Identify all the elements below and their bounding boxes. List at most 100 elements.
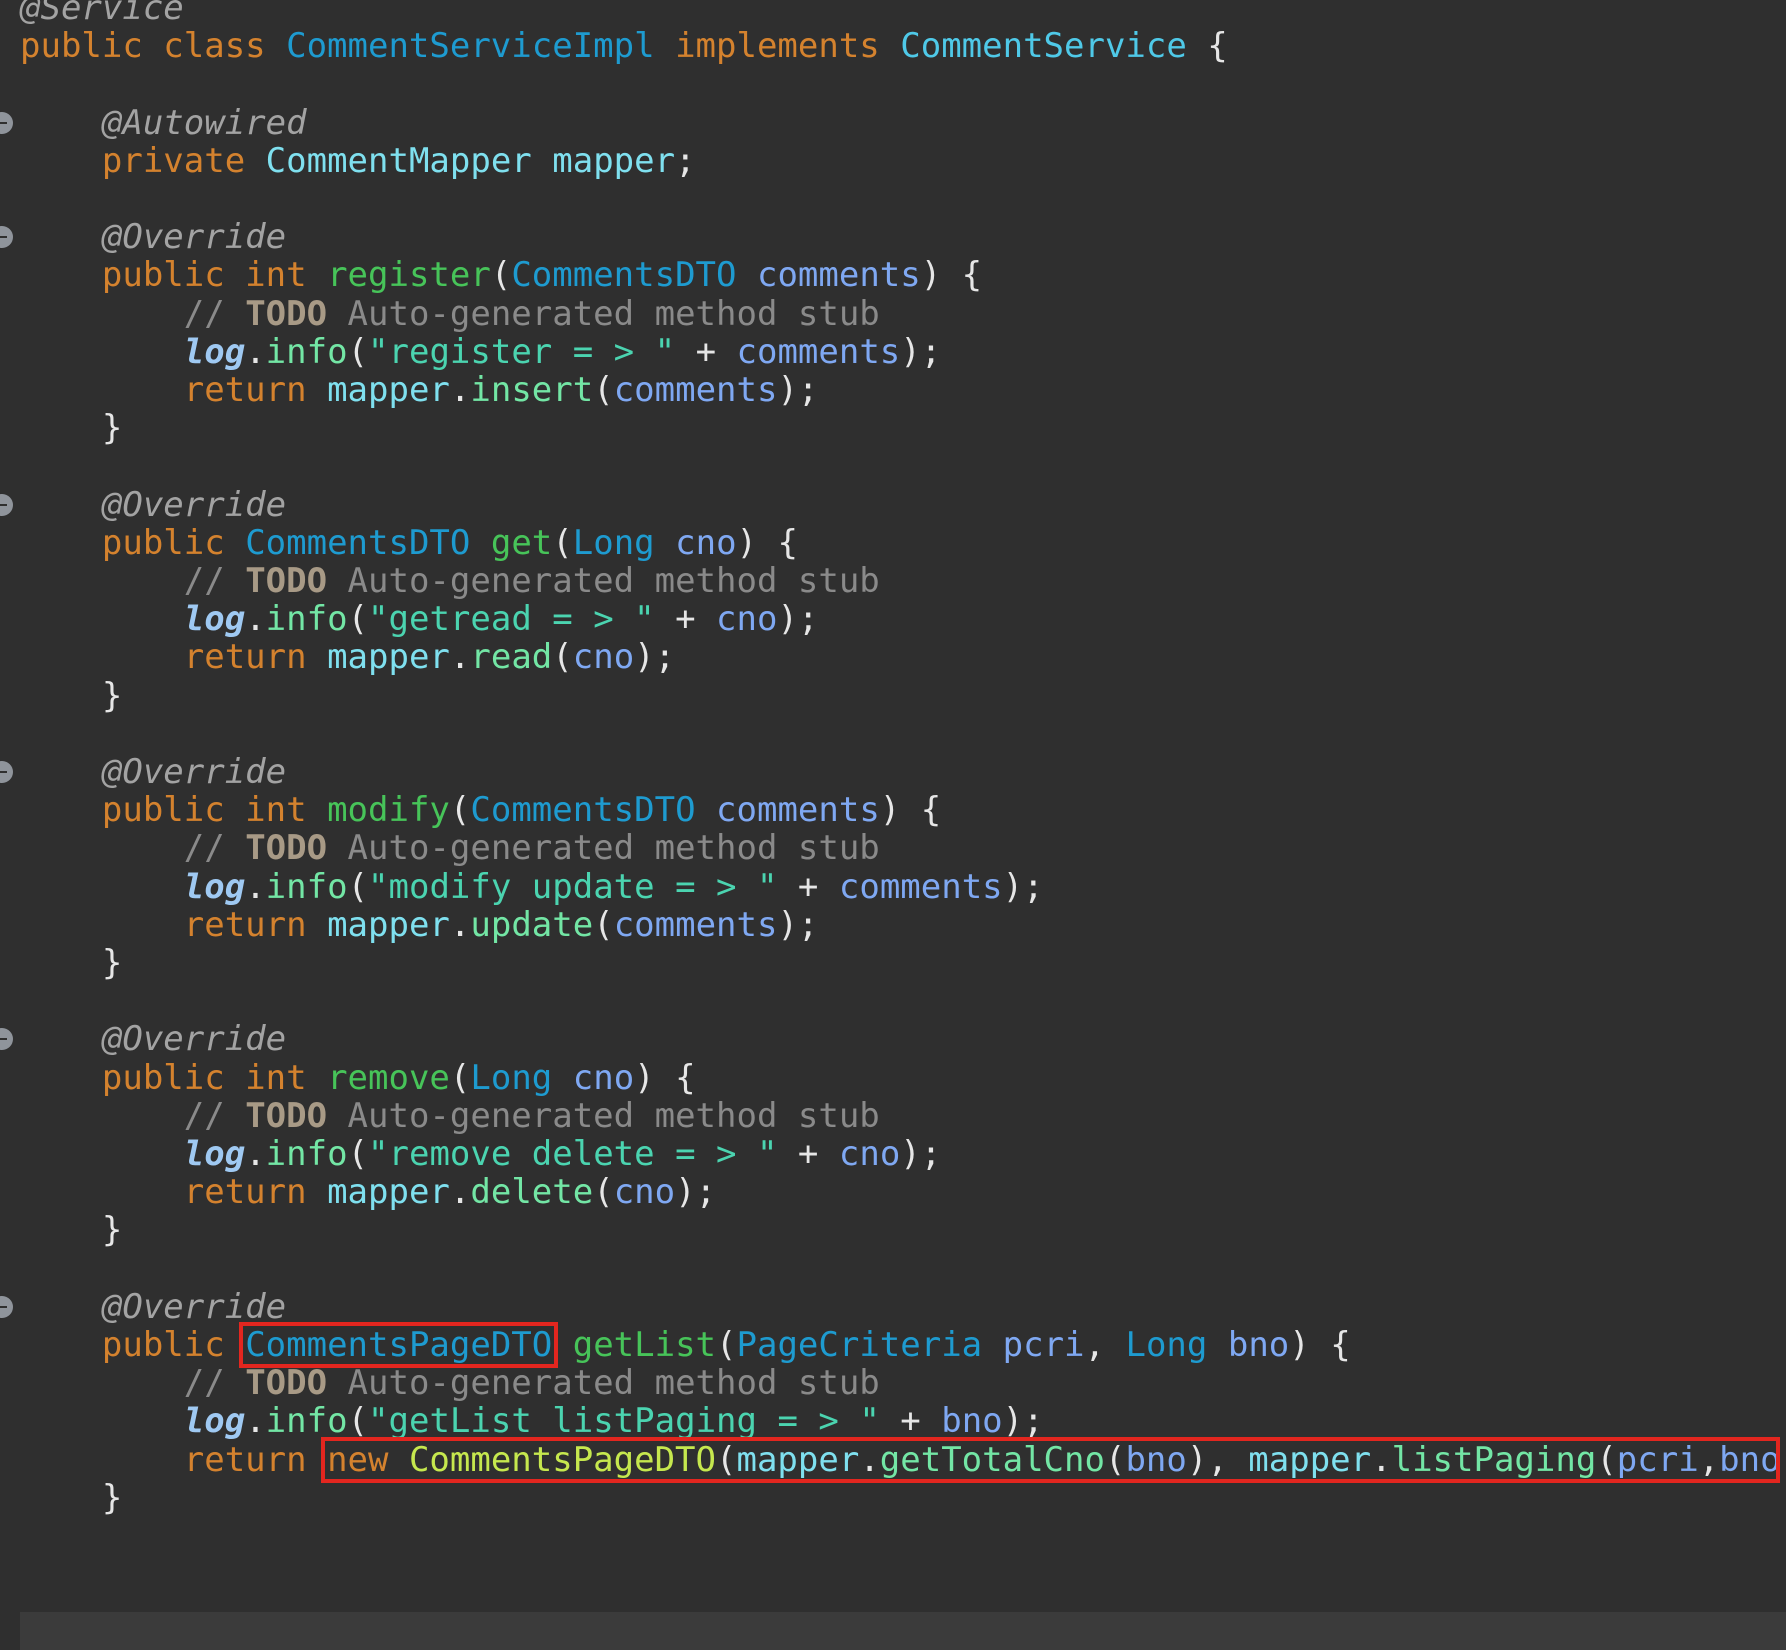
code-token: + — [654, 599, 717, 640]
code-token: @Override — [101, 484, 287, 525]
code-line: } — [20, 944, 122, 982]
code-line: @Override — [20, 218, 286, 256]
code-token: + — [777, 1134, 839, 1174]
code-token: } — [20, 1210, 123, 1251]
code-token: log — [183, 331, 246, 372]
code-token: ) { — [879, 790, 942, 831]
code-token: implements — [675, 26, 880, 67]
code-line: } — [20, 409, 122, 447]
code-token: public — [101, 1325, 246, 1365]
code-token: { — [1186, 26, 1228, 67]
code-token: listPaging — [1391, 1439, 1597, 1480]
code-line: return new CommentsPageDTO(mapper.getTot… — [20, 1441, 1786, 1479]
code-token: CommentsDTO — [245, 522, 471, 563]
code-token: . — [1371, 1439, 1392, 1480]
code-token: TODO — [245, 1095, 328, 1136]
code-token: CommentsDTO — [511, 255, 737, 296]
code-token: mapper — [327, 1172, 450, 1213]
code-token: // — [183, 828, 246, 869]
code-line: log.info("register = > " + comments); — [20, 333, 941, 371]
code-token: mapper — [736, 1439, 860, 1480]
code-token: . — [859, 1439, 880, 1480]
code-token: CommentsPageDTO — [408, 1439, 716, 1480]
code-token: ), — [1186, 1439, 1249, 1480]
horizontal-scrollbar[interactable] — [20, 1612, 1786, 1650]
code-token: + — [777, 866, 839, 907]
code-token: register — [327, 255, 491, 296]
fold-collapse-icon[interactable] — [0, 1028, 13, 1051]
code-token: ); — [900, 1134, 942, 1174]
code-line: log.info("remove delete = > " + cno); — [20, 1135, 941, 1173]
code-token: CommentsPageDTO — [245, 1325, 553, 1365]
code-token: remove — [327, 1057, 450, 1098]
code-token: ( — [449, 790, 471, 831]
fold-collapse-icon[interactable] — [0, 111, 13, 134]
code-token: info — [265, 866, 348, 907]
code-token: cno — [675, 522, 737, 563]
code-token: // — [183, 293, 246, 334]
code-token: getList — [572, 1325, 717, 1365]
code-token: log — [183, 1134, 246, 1174]
code-token: return — [183, 637, 328, 678]
code-token: @Override — [101, 752, 287, 792]
code-line: @Override — [20, 1288, 286, 1326]
code-token: ); — [777, 370, 819, 410]
code-token: public class — [20, 26, 287, 67]
code-token: cno — [572, 637, 635, 678]
fold-collapse-icon[interactable] — [0, 761, 13, 783]
code-token: return — [183, 370, 328, 410]
code-line: return mapper.delete(cno); — [20, 1173, 716, 1211]
code-token: ( — [490, 255, 512, 296]
code-token: comments — [613, 370, 778, 410]
code-token: // — [183, 1363, 246, 1404]
code-token: pcri — [1002, 1325, 1085, 1365]
code-token: return — [183, 1172, 328, 1213]
code-token: log — [183, 599, 246, 640]
code-token: insert — [470, 370, 594, 410]
code-token: ( — [347, 1134, 369, 1174]
fold-collapse-icon[interactable] — [0, 1295, 13, 1318]
code-token: . — [245, 866, 266, 907]
fold-collapse-icon[interactable] — [0, 493, 13, 516]
code-line: public int register(CommentsDTO comments… — [20, 256, 982, 294]
code-token: Auto-generated method stub — [327, 561, 880, 601]
code-token: ( — [347, 866, 369, 907]
code-line: } — [20, 1479, 122, 1517]
code-token: ); — [675, 1172, 717, 1213]
code-token: Auto-generated method stub — [327, 828, 880, 869]
code-editor[interactable]: @Service public class CommentServiceImpl … — [0, 0, 1786, 1650]
code-token: + — [879, 1401, 942, 1442]
code-token: mapper — [327, 370, 450, 410]
code-token: "getread = > " — [368, 599, 655, 640]
code-line: public class CommentServiceImpl implemen… — [20, 27, 1228, 65]
code-token: ); — [777, 904, 819, 945]
code-line: // TODO Auto-generated method stub — [20, 1097, 880, 1135]
code-token: CommentService — [900, 26, 1187, 67]
code-token: } — [20, 1477, 123, 1518]
code-token: . — [245, 331, 266, 372]
code-token: delete — [470, 1172, 594, 1213]
code-token: @Override — [101, 1286, 287, 1327]
code-token: cno — [716, 599, 778, 640]
code-token: . — [449, 1172, 471, 1213]
code-line: @Override — [20, 486, 286, 524]
fold-collapse-icon[interactable] — [0, 226, 13, 249]
code-token: @Autowired — [101, 102, 307, 143]
code-line: @Override — [20, 1020, 286, 1058]
